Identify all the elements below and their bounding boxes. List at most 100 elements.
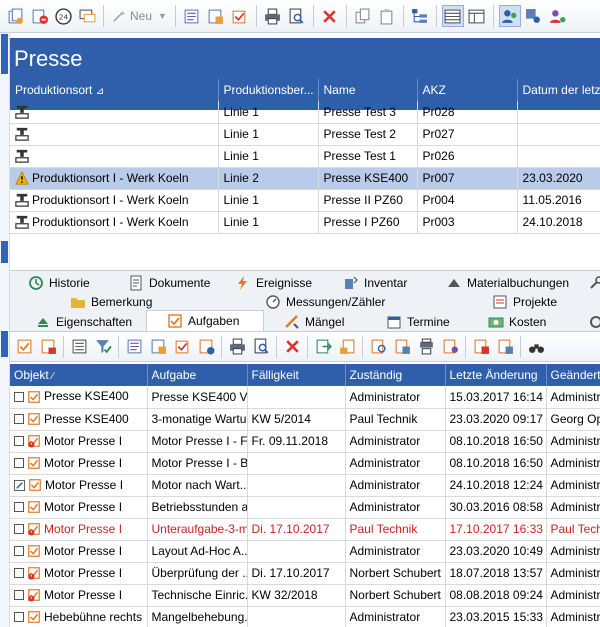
table-row[interactable]: Linie 1 Presse Test 1 Pr026	[10, 145, 600, 168]
row-checkbox[interactable]	[14, 590, 24, 601]
users-icon[interactable]	[498, 5, 521, 27]
tab-termine[interactable]: Termine	[386, 312, 450, 331]
settings-icon[interactable]	[588, 312, 600, 331]
print-preview-icon[interactable]	[286, 5, 308, 27]
column-header[interactable]: Name	[318, 79, 418, 101]
table-row[interactable]: Motor Presse I Layout Ad-Hoc A... Administ…	[10, 540, 600, 563]
edit-icon[interactable]	[14, 479, 25, 491]
row-checkbox[interactable]	[14, 524, 24, 535]
print-icon[interactable]	[226, 336, 248, 358]
row-checkbox[interactable]	[14, 458, 24, 469]
column-header[interactable]: Datum der letz	[517, 79, 600, 101]
table-row[interactable]: Produktionsort I - Werk Koeln Linie 1 Pres…	[10, 189, 600, 212]
press-icon	[15, 127, 29, 142]
group-icon[interactable]	[523, 5, 545, 27]
cell-aufgabe: Technische Einric...	[147, 584, 248, 607]
table-row[interactable]: Linie 1 Presse Test 3 Pr028	[10, 101, 600, 124]
tab-maengel[interactable]: Mängel	[284, 312, 344, 331]
duplicate-icon[interactable]	[352, 5, 374, 27]
task-check-icon[interactable]	[229, 5, 251, 27]
delete-icon[interactable]	[319, 5, 341, 27]
task-search-icon[interactable]	[367, 336, 389, 358]
column-header[interactable]: AKZ	[417, 79, 518, 101]
row-checkbox[interactable]	[14, 392, 24, 403]
column-header[interactable]: Zuständig	[345, 364, 446, 386]
task-template-icon[interactable]	[37, 336, 59, 358]
row-checkbox[interactable]	[14, 546, 24, 557]
task-check-icon[interactable]	[171, 336, 193, 358]
task-list-icon[interactable]	[123, 336, 145, 358]
row-checkbox[interactable]	[14, 414, 24, 425]
filter-check-icon[interactable]	[92, 336, 114, 358]
task-list-icon[interactable]	[181, 5, 203, 27]
print-preview-icon[interactable]	[250, 336, 272, 358]
task-attach-icon[interactable]	[391, 336, 413, 358]
row-checkbox[interactable]	[14, 612, 24, 623]
task-warning-icon[interactable]	[470, 336, 492, 358]
tab-ereignisse[interactable]: Ereignisse	[235, 273, 312, 292]
print-icon[interactable]	[262, 5, 284, 27]
chat-icon[interactable]	[76, 5, 98, 27]
tab-historie[interactable]: Historie	[28, 273, 90, 292]
wrench-icon[interactable]	[588, 273, 600, 292]
remove-icon[interactable]	[28, 5, 50, 27]
table-row[interactable]: Motor Presse IBetriebsstunden a... Admini…	[10, 496, 600, 519]
row-checkbox[interactable]	[14, 436, 24, 447]
tab-eigenschaften[interactable]: Eigenschaften	[35, 312, 132, 331]
tab-bemerkung[interactable]: Bemerkung	[70, 292, 152, 311]
tab-dokumente[interactable]: Dokumente	[128, 273, 210, 292]
table-row[interactable]: Motor Presse IMotor Presse I - B... Admin…	[10, 452, 600, 475]
table-row[interactable]: Linie 1 Presse Test 2 Pr027	[10, 123, 600, 146]
tab-projekte[interactable]: Projekte	[492, 292, 557, 311]
tab-messungen[interactable]: Messungen/Zähler	[265, 292, 385, 311]
row-checkbox[interactable]	[14, 502, 24, 513]
list-view-icon[interactable]	[441, 5, 464, 27]
table-row[interactable]: Produktionsort I - Werk Koeln Linie 2 Pres…	[10, 167, 600, 190]
task-transfer-icon[interactable]	[415, 336, 437, 358]
task-add-icon[interactable]	[205, 5, 227, 27]
cell-objekt: Presse KSE400	[10, 408, 148, 431]
task-info-icon[interactable]	[195, 336, 217, 358]
column-header[interactable]: Produktionsber...	[218, 79, 319, 101]
column-header[interactable]: Aufgabe	[147, 364, 248, 386]
new-dropdown[interactable]: Neu ▼	[108, 5, 171, 27]
tree-view-icon[interactable]	[409, 5, 431, 27]
cell-geaendert: Administrat	[546, 430, 600, 453]
sort-asc-icon: ⊿	[95, 86, 105, 97]
copy-icon[interactable]	[4, 5, 26, 27]
table-row[interactable]: Hebebühne rechts Mangelbehebung... Adminis…	[10, 606, 600, 627]
table-row[interactable]: Presse KSE400 Presse KSE400 V... Administr…	[10, 386, 600, 409]
side-accent	[1, 34, 8, 74]
export-icon[interactable]	[312, 336, 334, 358]
column-header[interactable]: Letzte Änderung	[445, 364, 547, 386]
table-row[interactable]: Presse KSE400 3-monatige Wartu... KW 5/201…	[10, 408, 600, 431]
tab-aufgaben[interactable]: Aufgaben	[146, 310, 264, 331]
table-row[interactable]: Motor Presse I Motor Presse I - F... Fr. 0…	[10, 430, 600, 453]
tab-inventar[interactable]: Inventar	[343, 273, 407, 292]
user-settings-icon[interactable]	[547, 5, 569, 27]
cell-name: Presse Test 3	[318, 101, 418, 124]
column-header[interactable]: Produktionsort ⊿	[10, 79, 219, 101]
paste-icon[interactable]	[376, 5, 398, 27]
table-row[interactable]: Motor Presse I Technische Einric... KW 32/…	[10, 584, 600, 607]
new-task-icon[interactable]	[13, 336, 35, 358]
binoculars-icon[interactable]	[525, 336, 547, 358]
table-row[interactable]: Produktionsort I - Werk Koeln Linie 1 Pres…	[10, 211, 600, 234]
column-header[interactable]: Fälligkeit	[247, 364, 346, 386]
row-checkbox[interactable]	[14, 568, 24, 579]
task-add-icon[interactable]	[147, 336, 169, 358]
tab-materialbuchungen[interactable]: Materialbuchungen	[446, 273, 569, 292]
tab-kosten[interactable]: Kosten	[488, 312, 546, 331]
import-icon[interactable]	[336, 336, 358, 358]
detail-view-icon[interactable]	[466, 5, 488, 27]
task-calendar-icon[interactable]	[494, 336, 516, 358]
table-row[interactable]: Motor Presse IUnteraufgabe-3-m...Di. 17.…	[10, 518, 600, 541]
column-header[interactable]: Objekt ⁄	[10, 364, 148, 386]
task-assign-icon[interactable]	[439, 336, 461, 358]
list-dropdown-icon[interactable]	[68, 336, 90, 358]
table-row[interactable]: Motor Presse I Überprüfung der ... Di. 17.…	[10, 562, 600, 585]
clock-24-icon[interactable]: 24	[52, 5, 74, 27]
table-row[interactable]: Motor Presse I Motor nach Wart... Administ…	[10, 474, 600, 497]
delete-icon[interactable]	[281, 336, 303, 358]
column-header[interactable]: Geändert	[546, 364, 600, 386]
